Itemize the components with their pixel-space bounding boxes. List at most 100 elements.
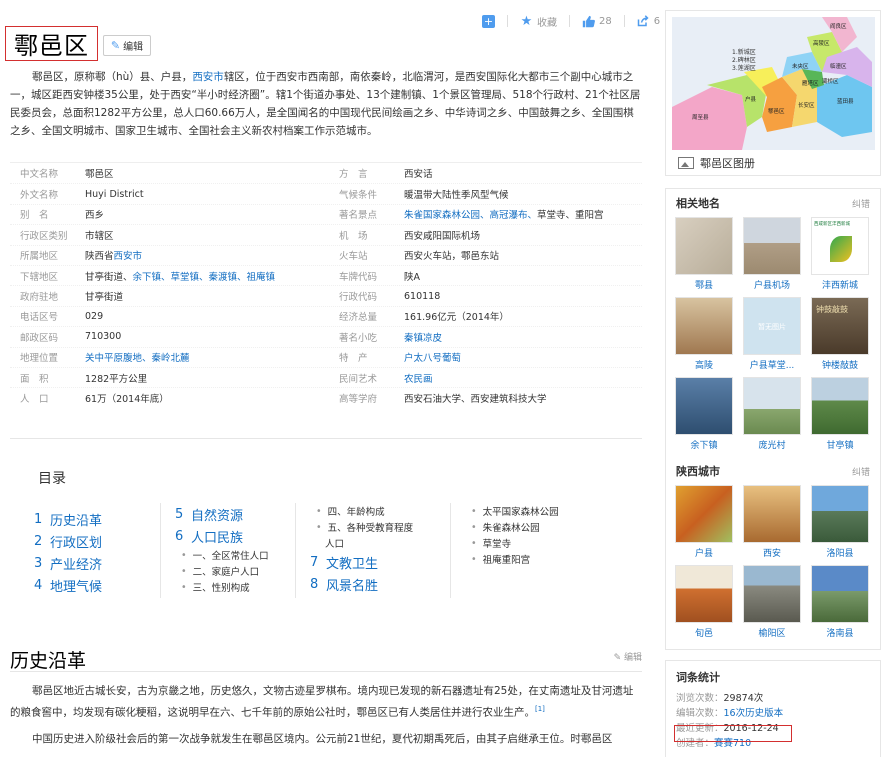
thumbnail-label[interactable]: 西安 [763, 546, 781, 559]
info-value: 暖温带大陆性季风型气候 [404, 187, 634, 201]
edit-button[interactable]: ✎ 编辑 [103, 35, 151, 56]
info-link[interactable]: 农民画 [404, 374, 433, 385]
toc-subitem[interactable]: • 祖庵重阳宫 [465, 551, 559, 567]
toc-subitem[interactable]: • 草堂寺 [465, 535, 559, 551]
info-link[interactable]: 余下镇、草堂镇、秦渡镇、祖庵镇 [133, 272, 276, 283]
reference-mark[interactable]: [1] [535, 705, 545, 713]
related-place-card[interactable]: 西咸新区沣西新城沣西新城 [810, 217, 870, 297]
toc-subitem[interactable]: • 朱雀森林公园 [465, 519, 559, 535]
add-button[interactable]: + [482, 14, 495, 28]
pencil-icon: ✎ [110, 39, 121, 52]
related-place-card[interactable]: 钟鼓敲鼓 钟楼敲鼓 [810, 297, 870, 377]
thumbnail-label[interactable]: 户县机场 [754, 278, 790, 291]
related-place-card[interactable]: 暂无图片户县草堂... [742, 297, 802, 377]
toc-item[interactable]: 8 风景名胜 [310, 573, 413, 595]
toc-item[interactable]: 6 人口民族 [175, 525, 269, 547]
thumbnail-image[interactable] [675, 217, 733, 275]
info-key: 外文名称 [20, 190, 59, 202]
info-link[interactable]: 秦镇凉皮 [404, 333, 442, 344]
related-place-card[interactable]: 甘亭镇 [810, 377, 870, 457]
city-card[interactable]: 洛阳县 [810, 485, 870, 565]
info-link[interactable]: 西安市 [114, 251, 143, 262]
thumbnail-image[interactable]: 钟鼓敲鼓 [811, 297, 869, 355]
thumbnail-image[interactable] [743, 217, 801, 275]
thumbnail-label[interactable]: 洛阳县 [826, 546, 853, 559]
toc-item[interactable]: 1 历史沿革 [34, 508, 102, 530]
toc-subitem[interactable]: 人口 [310, 535, 413, 551]
map-caption[interactable]: 鄠邑区图册 [678, 155, 755, 171]
related-place-card[interactable]: 鄠县 [674, 217, 734, 297]
thumbnail-label[interactable]: 沣西新城 [822, 278, 858, 291]
city-card[interactable]: 户县 [674, 485, 734, 565]
like-button[interactable]: 28 [582, 15, 612, 28]
toc-subitem[interactable]: • 太平国家森林公园 [465, 503, 559, 519]
report-error-link[interactable]: 纠错 [852, 465, 870, 478]
thumbnail-label[interactable]: 鄠县 [695, 278, 713, 291]
thumbnail-label[interactable]: 钟楼敲鼓 [822, 358, 858, 371]
related-place-card[interactable]: 高陵 [674, 297, 734, 377]
thumbnail-image[interactable] [743, 485, 801, 543]
city-card[interactable]: 榆阳区 [742, 565, 802, 645]
info-link[interactable]: 关中平原腹地、秦岭北麓 [85, 353, 190, 364]
thumbnail-label[interactable]: 洛南县 [826, 626, 853, 639]
share-button[interactable]: 6 [637, 15, 660, 28]
toc-item[interactable]: 5 自然资源 [175, 503, 269, 525]
map-region-labels: 周至县 户县 鄠邑区 长安区 雁塔区 临潼区 蓝田县 高陵区 阎良区 未央区 灞… [672, 17, 875, 150]
info-link[interactable]: 朱雀国家森林公园、高冠瀑布、 [404, 210, 537, 221]
thumbnail-image[interactable] [811, 485, 869, 543]
district-map-image[interactable]: 1.新城区 2.碑林区 3.莲湖区 周至县 户县 鄠邑区 长安区 雁塔区 临潼区… [672, 17, 875, 150]
toc-subitem[interactable]: • 四、年龄构成 [310, 503, 413, 519]
map-region-label: 蓝田县 [837, 99, 854, 105]
thumbnail-label[interactable]: 户县 [695, 546, 713, 559]
toc-subitem[interactable]: • 一、全区常住人口 [175, 547, 269, 563]
thumbnail-image[interactable] [811, 565, 869, 623]
city-card[interactable]: 旬邑 [674, 565, 734, 645]
info-cell: 经济总量 161.96亿元（2014年） [329, 309, 642, 323]
info-row: 外文名称 Huyi District 气候条件 暖温带大陆性季风型气候 [10, 183, 642, 203]
toc-item[interactable]: 4 地理气候 [34, 574, 102, 596]
toc-label: 地理气候 [50, 579, 103, 595]
toc-item[interactable]: 7 文教卫生 [310, 551, 413, 573]
toc-item[interactable]: 3 产业经济 [34, 552, 102, 574]
toc-item[interactable]: 2 行政区划 [34, 530, 102, 552]
thumbnail-image[interactable] [675, 485, 733, 543]
thumbnail-image[interactable] [743, 565, 801, 623]
city-card[interactable]: 洛南县 [810, 565, 870, 645]
toc-label: 文教卫生 [326, 556, 379, 572]
info-key: 中文名称 [20, 169, 59, 181]
toc-subitem[interactable]: • 五、各种受教育程度 [310, 519, 413, 535]
thumbnail-image[interactable] [675, 297, 733, 355]
thumbnail-image[interactable] [811, 377, 869, 435]
related-place-card[interactable]: 庞光村 [742, 377, 802, 457]
section-paragraph: 中国历史进入阶级社会后的第一次战争就发生在鄠邑区境内。公元前21世纪，夏代初期禹… [10, 730, 642, 748]
thumbnail-label[interactable]: 旬邑 [695, 626, 713, 639]
thumbnail-label[interactable]: 高陵 [695, 358, 713, 371]
thumbnail-label[interactable]: 甘亭镇 [826, 438, 853, 451]
thumbnail-image[interactable] [675, 565, 733, 623]
thumbnail-label[interactable]: 庞光村 [758, 438, 785, 451]
city-card[interactable]: 西安 [742, 485, 802, 565]
thumbnail-image[interactable] [675, 377, 733, 435]
toc-subitem[interactable]: • 三、性别构成 [175, 579, 269, 595]
info-text: 鄠邑区 [85, 169, 114, 181]
xian-link[interactable]: 西安市 [192, 71, 224, 83]
related-place-card[interactable]: 户县机场 [742, 217, 802, 297]
bullet-icon [316, 538, 319, 549]
report-error-link[interactable]: 纠错 [852, 197, 870, 210]
collect-button[interactable]: ★ 收藏 [520, 14, 557, 29]
thumbnail-image[interactable] [743, 377, 801, 435]
thumbnail-image[interactable]: 西咸新区沣西新城 [811, 217, 869, 275]
info-link[interactable]: 户太八号葡萄 [404, 353, 461, 364]
section-edit-button[interactable]: ✎ 编辑 [614, 650, 642, 663]
related-place-card[interactable]: 余下镇 [674, 377, 734, 457]
toc-subitem[interactable]: • 二、家庭户人口 [175, 563, 269, 579]
thumbnail-image[interactable]: 暂无图片 [743, 297, 801, 355]
map-album[interactable]: 1.新城区 2.碑林区 3.莲湖区 周至县 户县 鄠邑区 长安区 雁塔区 临潼区… [665, 10, 881, 176]
history-versions-link[interactable]: 16次历史版本 [724, 708, 784, 719]
thumbnail-label[interactable]: 榆阳区 [758, 626, 785, 639]
thumbnail-label[interactable]: 户县草堂... [750, 358, 795, 371]
info-value: 关中平原腹地、秦岭北麓 [85, 350, 315, 364]
info-row: 别 名 西乡 著名景点 朱雀国家森林公园、高冠瀑布、草堂寺、重阳宫 [10, 203, 642, 224]
thumbnail-label[interactable]: 余下镇 [690, 438, 717, 451]
info-value: 陕西省西安市 [85, 248, 315, 262]
